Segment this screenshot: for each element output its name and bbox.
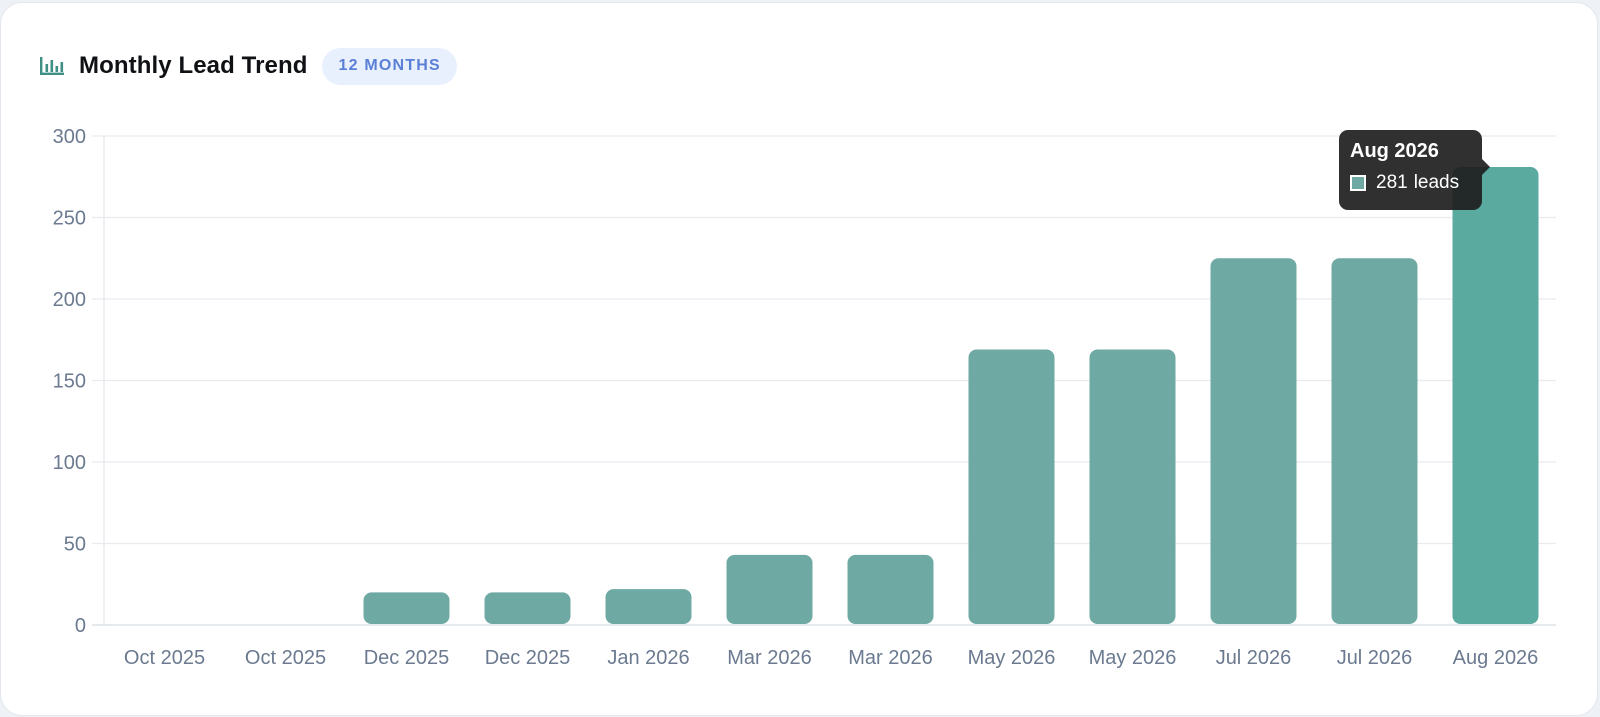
bar	[605, 589, 692, 624]
x-tick-label: May 2026	[968, 647, 1056, 669]
y-tick-label: 150	[53, 371, 86, 393]
tooltip-title: Aug 2026	[1350, 140, 1439, 162]
x-tick-label: Jul 2026	[1216, 647, 1292, 669]
y-tick-label: 100	[53, 452, 86, 474]
lead-trend-chart: 0 50 100 150 200 250 300 Oct 2025 Oct 2025 Dec 20…	[53, 126, 1556, 669]
x-tick-label: Aug 2026	[1453, 647, 1539, 669]
x-tick-label: Jan 2026	[607, 647, 689, 669]
x-tick-label: Mar 2026	[848, 647, 933, 669]
x-tick-label: Dec 2025	[364, 647, 450, 669]
x-tick-label: Jul 2026	[1337, 647, 1413, 669]
bar	[1089, 349, 1176, 624]
x-tick-label: Oct 2025	[245, 647, 326, 669]
bar	[968, 349, 1055, 624]
tooltip-unit: leads	[1413, 172, 1460, 193]
bar	[847, 554, 934, 624]
bar	[726, 554, 813, 624]
bar-tooltip: Aug 2026 281 leads	[1339, 130, 1490, 210]
y-tick-label: 0	[75, 615, 86, 637]
y-tick-label: 50	[64, 534, 86, 556]
x-tick-label: Dec 2025	[485, 647, 571, 669]
bar	[1452, 166, 1539, 624]
tooltip-row: 281 leads	[1350, 172, 1482, 194]
bar	[484, 592, 571, 624]
x-tick-label: May 2026	[1089, 647, 1177, 669]
y-tick-label: 200	[53, 289, 86, 311]
tooltip-swatch	[1350, 175, 1366, 191]
bar	[363, 592, 450, 624]
tooltip-value: 281	[1376, 172, 1408, 193]
y-tick-label: 300	[53, 126, 86, 148]
y-tick-label: 250	[53, 208, 86, 230]
chart-card: Monthly Lead Trend 12 MONTHS 0 50 100 150 20…	[0, 2, 1598, 716]
bar	[1331, 258, 1418, 624]
bar	[1210, 258, 1297, 624]
x-tick-label: Mar 2026	[727, 647, 812, 669]
x-tick-label: Oct 2025	[124, 647, 205, 669]
